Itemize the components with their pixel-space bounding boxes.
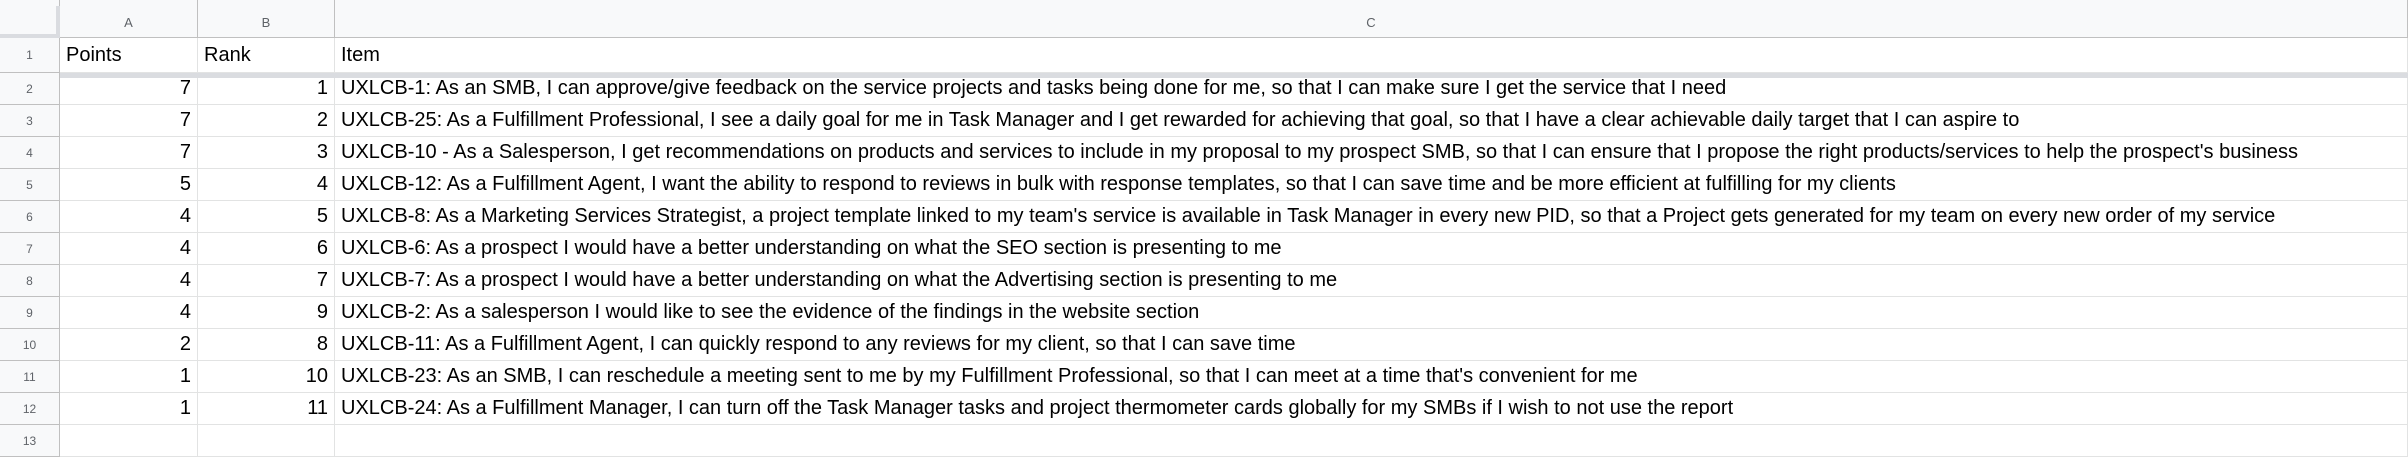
table-row: 1 Points Rank Item [0,38,2408,73]
cell-rank[interactable]: 3 [198,137,335,169]
row-header[interactable]: 1 [0,38,60,73]
table-row: 5 5 4 UXLCB-12: As a Fulfillment Agent, … [0,169,2408,201]
frozen-row-divider[interactable] [60,73,2408,78]
cell-item[interactable]: UXLCB-11: As a Fulfillment Agent, I can … [335,329,2408,361]
cell-points[interactable] [60,425,198,457]
cell-rank-header[interactable]: Rank [198,38,335,73]
table-row: 13 [0,425,2408,457]
spreadsheet: A B C 1 Points Rank Item 2 7 1 UXLCB-1: … [0,0,2408,457]
cell-points[interactable]: 4 [60,297,198,329]
row-header[interactable]: 2 [0,73,60,105]
row-header[interactable]: 6 [0,201,60,233]
cell-points[interactable]: 4 [60,201,198,233]
table-row: 10 2 8 UXLCB-11: As a Fulfillment Agent,… [0,329,2408,361]
row-header[interactable]: 3 [0,105,60,137]
cell-rank[interactable]: 8 [198,329,335,361]
cell-rank[interactable]: 10 [198,361,335,393]
cell-item[interactable]: UXLCB-23: As an SMB, I can reschedule a … [335,361,2408,393]
row-header[interactable]: 7 [0,233,60,265]
cell-item[interactable]: UXLCB-8: As a Marketing Services Strateg… [335,201,2408,233]
table-row: 9 4 9 UXLCB-2: As a salesperson I would … [0,297,2408,329]
cell-points[interactable]: 4 [60,233,198,265]
cell-rank[interactable]: 6 [198,233,335,265]
row-header[interactable]: 4 [0,137,60,169]
cell-rank[interactable]: 11 [198,393,335,425]
column-headers: A B C [60,0,2408,38]
cell-points[interactable]: 1 [60,393,198,425]
row-header[interactable]: 5 [0,169,60,201]
cell-points[interactable]: 1 [60,361,198,393]
table-row: 3 7 2 UXLCB-25: As a Fulfillment Profess… [0,105,2408,137]
table-row: 12 1 11 UXLCB-24: As a Fulfillment Manag… [0,393,2408,425]
cell-item[interactable]: UXLCB-7: As a prospect I would have a be… [335,265,2408,297]
table-row: 11 1 10 UXLCB-23: As an SMB, I can resch… [0,361,2408,393]
column-header-c[interactable]: C [335,0,2408,38]
cell-rank[interactable] [198,425,335,457]
cell-rank[interactable]: 4 [198,169,335,201]
cell-rank[interactable]: 2 [198,105,335,137]
cell-item[interactable]: UXLCB-25: As a Fulfillment Professional,… [335,105,2408,137]
cell-rank[interactable]: 5 [198,201,335,233]
cell-item-header[interactable]: Item [335,38,2408,73]
table-row: 7 4 6 UXLCB-6: As a prospect I would hav… [0,233,2408,265]
cell-grid: 1 Points Rank Item 2 7 1 UXLCB-1: As an … [0,38,2408,457]
row-header[interactable]: 11 [0,361,60,393]
cell-item[interactable]: UXLCB-24: As a Fulfillment Manager, I ca… [335,393,2408,425]
row-header[interactable]: 8 [0,265,60,297]
cell-points[interactable]: 7 [60,105,198,137]
table-row: 4 7 3 UXLCB-10 - As a Salesperson, I get… [0,137,2408,169]
cell-item[interactable]: UXLCB-10 - As a Salesperson, I get recom… [335,137,2408,169]
row-header[interactable]: 9 [0,297,60,329]
cell-item[interactable]: UXLCB-2: As a salesperson I would like t… [335,297,2408,329]
row-header[interactable]: 13 [0,425,60,457]
select-all-corner[interactable] [0,0,60,38]
row-header[interactable]: 12 [0,393,60,425]
row-header[interactable]: 10 [0,329,60,361]
cell-rank[interactable]: 9 [198,297,335,329]
cell-points[interactable]: 5 [60,169,198,201]
table-row: 6 4 5 UXLCB-8: As a Marketing Services S… [0,201,2408,233]
cell-item[interactable]: UXLCB-6: As a prospect I would have a be… [335,233,2408,265]
cell-points-header[interactable]: Points [60,38,198,73]
cell-item[interactable] [335,425,2408,457]
cell-rank[interactable]: 7 [198,265,335,297]
cell-item[interactable]: UXLCB-12: As a Fulfillment Agent, I want… [335,169,2408,201]
table-row: 8 4 7 UXLCB-7: As a prospect I would hav… [0,265,2408,297]
column-header-a[interactable]: A [60,0,198,38]
cell-points[interactable]: 4 [60,265,198,297]
cell-points[interactable]: 2 [60,329,198,361]
cell-points[interactable]: 7 [60,137,198,169]
column-header-b[interactable]: B [198,0,335,38]
